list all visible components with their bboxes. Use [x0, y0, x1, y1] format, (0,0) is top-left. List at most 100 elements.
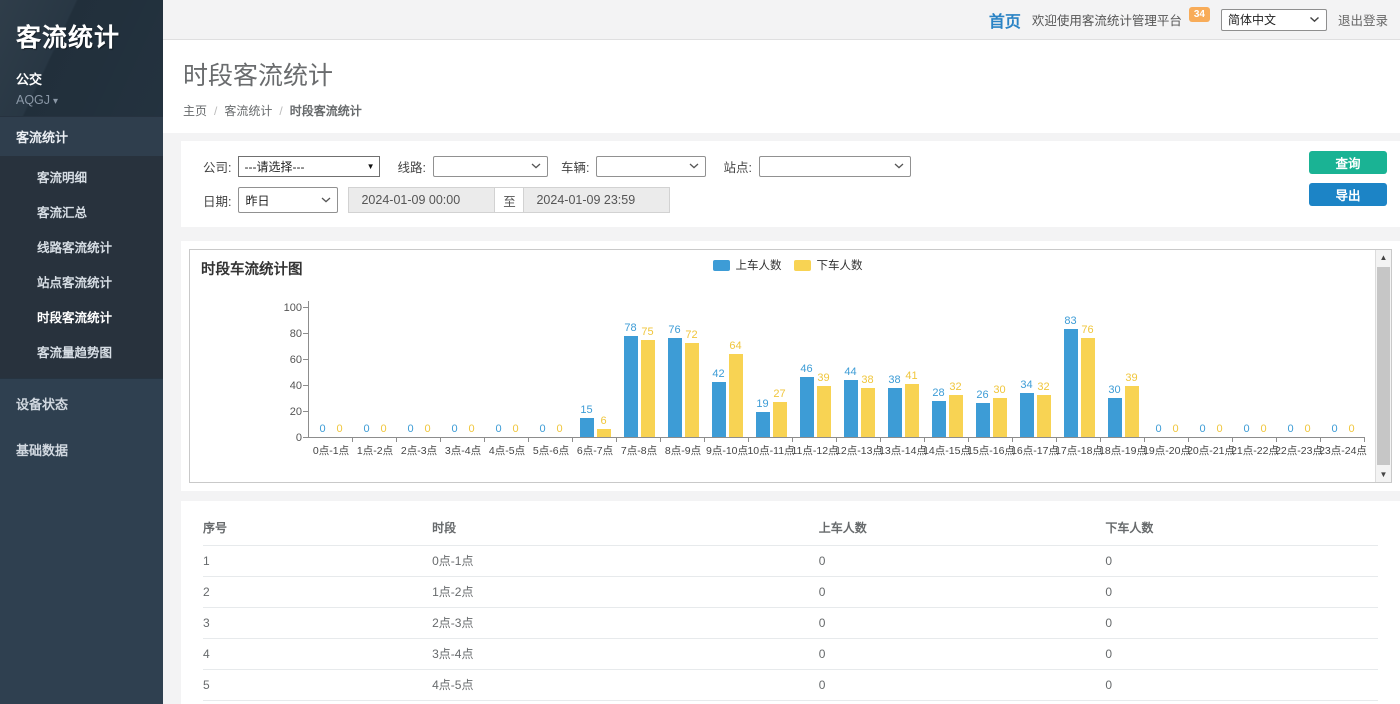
scrollbar-thumb[interactable]	[1377, 267, 1390, 465]
sidebar-item-站点客流统计[interactable]: 站点客流统计	[0, 264, 163, 299]
alighting-bar-column: 64	[729, 340, 743, 437]
alighting-bar-column: 72	[685, 329, 699, 437]
vehicle-select[interactable]	[596, 156, 706, 177]
sidebar-item-线路客流统计[interactable]: 线路客流统计	[0, 229, 163, 264]
x-axis-label: 20点-21点	[1189, 443, 1233, 458]
x-axis-label-text: 18点-19点	[1099, 443, 1147, 458]
sidebar-nav: 客流统计 客流明细客流汇总线路客流统计站点客流统计时段客流统计客流量趋势图 设备…	[0, 116, 163, 471]
x-axis-tick	[1101, 438, 1145, 442]
boarding-bar	[580, 418, 594, 438]
line-select[interactable]	[433, 156, 548, 177]
date-range-select[interactable]: 昨日	[238, 187, 338, 213]
language-select[interactable]: 简体中文	[1221, 9, 1327, 31]
boarding-bar-column: 0	[1196, 423, 1210, 437]
x-axis-tick	[1321, 438, 1365, 442]
x-axis-label-text: 4点-5点	[489, 443, 525, 458]
y-axis-tick	[303, 333, 308, 334]
bar-group: 4639	[793, 363, 837, 437]
chart-scrollbar[interactable]: ▲ ▼	[1375, 250, 1391, 482]
date-start-input[interactable]: 2024-01-09 00:00	[348, 187, 495, 213]
bar-group: 3432	[1013, 379, 1057, 437]
x-axis-labels: 0点-1点1点-2点2点-3点3点-4点4点-5点5点-6点6点-7点7点-8点…	[309, 443, 1365, 458]
filter-panel: 公司: ---请选择--- ▼ 线路: 车辆: 站点:	[181, 141, 1400, 227]
x-axis-label: 13点-14点	[881, 443, 925, 458]
bar-value-label: 72	[685, 329, 697, 342]
notification-badge[interactable]: 34	[1189, 7, 1210, 22]
alighting-bar-column: 0	[465, 423, 479, 437]
x-axis-tick	[793, 438, 837, 442]
bar-group: 00	[441, 423, 485, 437]
sidebar-item-客流量趋势图[interactable]: 客流量趋势图	[0, 334, 163, 369]
x-axis-tick	[969, 438, 1013, 442]
bar-value-label: 0	[1155, 423, 1161, 436]
boarding-bar-column: 76	[668, 324, 682, 437]
bar-value-label: 0	[1243, 423, 1249, 436]
home-link[interactable]: 首页	[989, 8, 1021, 32]
breadcrumb-item[interactable]: 客流统计	[224, 102, 272, 119]
x-axis-tick	[1277, 438, 1321, 442]
y-axis-label: 20	[190, 406, 302, 418]
bar-value-label: 38	[888, 374, 900, 387]
sidebar-item-客流明细[interactable]: 客流明细	[0, 159, 163, 194]
filter-row-1: 公司: ---请选择--- ▼ 线路: 车辆: 站点:	[203, 150, 1400, 182]
logout-link[interactable]: 退出登录	[1338, 10, 1388, 29]
sidebar-item-passenger-stats[interactable]: 客流统计	[0, 116, 163, 156]
date-range-select-value: 昨日	[245, 192, 269, 209]
alighting-bar	[1037, 395, 1051, 437]
bar-value-label: 75	[641, 326, 653, 339]
x-axis-label-text: 11点-12点	[791, 443, 838, 458]
x-axis-label: 12点-13点	[837, 443, 881, 458]
y-axis-label: 40	[190, 380, 302, 392]
export-button[interactable]: 导出	[1309, 183, 1387, 206]
boarding-bar	[1108, 398, 1122, 437]
table-cell: 0	[819, 577, 1106, 608]
boarding-bar-column: 0	[1240, 423, 1254, 437]
table-header-cell: 上车人数	[819, 517, 1106, 546]
chevron-down-icon	[531, 163, 541, 169]
sidebar-item-设备状态[interactable]: 设备状态	[0, 382, 163, 425]
breadcrumb-item[interactable]: 主页	[183, 102, 207, 119]
alighting-bar	[685, 343, 699, 437]
table-row: 65点-6点00	[203, 701, 1378, 704]
boarding-bar	[1064, 329, 1078, 437]
y-axis-tick	[303, 359, 308, 360]
y-axis-tick	[303, 437, 308, 438]
date-end-input[interactable]: 2024-01-09 23:59	[523, 187, 670, 213]
table-cell: 0	[1105, 639, 1378, 670]
boarding-bar-column: 0	[404, 423, 418, 437]
table-cell: 0	[1105, 701, 1378, 704]
alighting-bar-column: 38	[861, 374, 875, 437]
x-axis-label-text: 23点-24点	[1319, 443, 1367, 458]
sidebar-item-客流汇总[interactable]: 客流汇总	[0, 194, 163, 229]
bar-value-label: 76	[668, 324, 680, 337]
x-axis-tick	[749, 438, 793, 442]
x-axis-label: 22点-23点	[1277, 443, 1321, 458]
alighting-bar-column: 41	[905, 370, 919, 437]
boarding-bar	[668, 338, 682, 437]
bar-value-label: 0	[1260, 423, 1266, 436]
scroll-down-icon[interactable]: ▼	[1376, 467, 1391, 482]
x-axis-label-text: 2点-3点	[401, 443, 437, 458]
boarding-bar-column: 19	[756, 398, 770, 437]
x-axis-ticks	[309, 438, 1365, 442]
company-select[interactable]: ---请选择--- ▼	[238, 156, 380, 177]
page-heading: 时段客流统计 主页/客流统计/时段客流统计	[163, 40, 1400, 133]
x-axis-label: 16点-17点	[1013, 443, 1057, 458]
x-axis-label-text: 8点-9点	[665, 443, 701, 458]
query-button[interactable]: 查询	[1309, 151, 1387, 174]
boarding-bar-column: 0	[360, 423, 374, 437]
bar-value-label: 0	[1304, 423, 1310, 436]
table-header-row: 序号时段上车人数下车人数	[203, 517, 1378, 546]
chart-plot: 0000000000001567875767242641927463944383…	[190, 250, 1375, 482]
breadcrumb-separator: /	[214, 104, 217, 118]
alighting-bar-column: 75	[641, 326, 655, 438]
sidebar-item-基础数据[interactable]: 基础数据	[0, 428, 163, 471]
station-select[interactable]	[759, 156, 911, 177]
scroll-up-icon[interactable]: ▲	[1376, 250, 1391, 265]
x-axis-tick	[309, 438, 353, 442]
org-code-dropdown[interactable]: AQGJ▾	[16, 93, 147, 107]
boarding-bar	[1020, 393, 1034, 437]
sidebar-item-时段客流统计[interactable]: 时段客流统计	[0, 299, 163, 334]
x-axis-label: 5点-6点	[529, 443, 573, 458]
alighting-bar-column: 0	[377, 423, 391, 437]
